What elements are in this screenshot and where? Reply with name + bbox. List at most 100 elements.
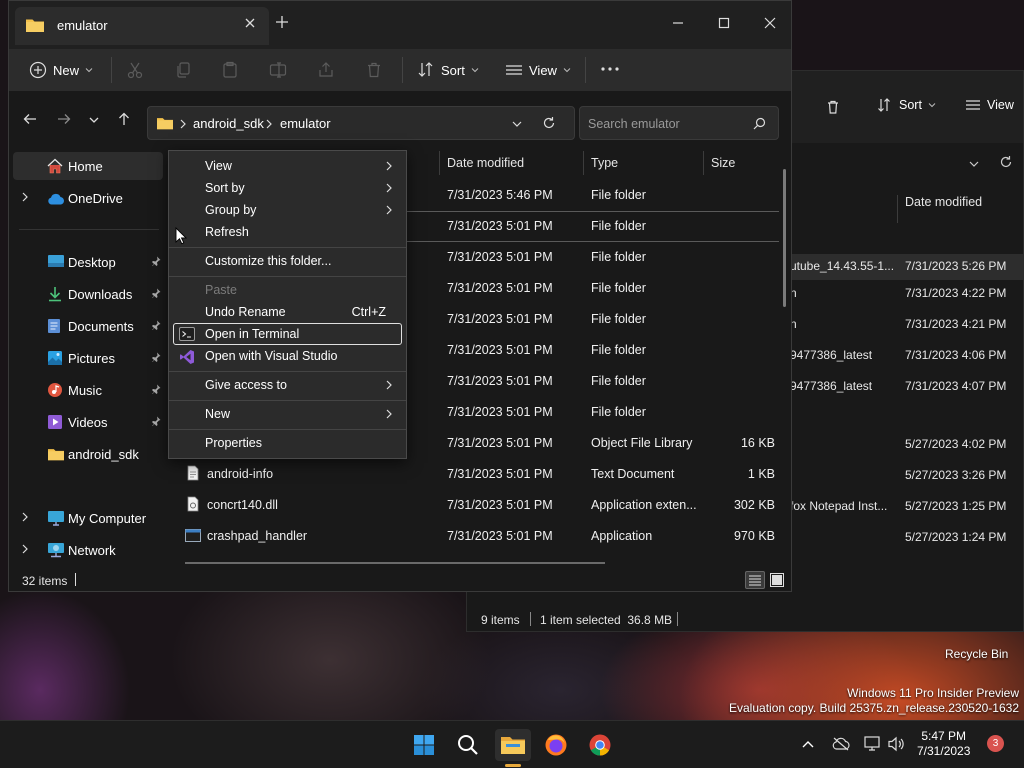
plus-icon[interactable] — [275, 15, 289, 29]
mouse-pointer-icon — [175, 227, 187, 245]
menu-item-view[interactable]: View — [173, 155, 402, 177]
status-bar: 32 items — [9, 567, 791, 593]
details-view-button[interactable] — [745, 571, 765, 589]
title-bar[interactable]: emulator — [9, 1, 791, 49]
cloud-offline-icon[interactable] — [832, 736, 850, 752]
search-input[interactable] — [588, 115, 748, 133]
sort-button[interactable]: Sort — [417, 58, 479, 82]
copy-icon[interactable] — [174, 61, 192, 79]
menu-item-paste[interactable]: Paste — [173, 279, 402, 301]
menu-item-customize-folder[interactable]: Customize this folder... — [173, 250, 402, 272]
menu-item-refresh[interactable]: Refresh — [173, 221, 402, 243]
tiles-view-button[interactable] — [769, 572, 785, 588]
sidebar-item-music[interactable]: Music — [13, 376, 163, 404]
notification-badge[interactable]: 3 — [987, 735, 1004, 752]
sidebar-item-onedrive[interactable]: OneDrive — [13, 184, 163, 212]
sidebar-item-pictures[interactable]: Pictures — [13, 344, 163, 372]
address-history-chevron-icon[interactable] — [512, 119, 522, 129]
start-button[interactable] — [406, 729, 442, 761]
network-status-icon[interactable] — [864, 736, 882, 752]
chevron-down-icon — [563, 66, 571, 74]
sidebar-item-videos[interactable]: Videos — [13, 408, 163, 436]
sidebar-item-downloads[interactable]: Downloads — [13, 280, 163, 308]
pin-icon[interactable] — [151, 416, 161, 426]
menu-item-open-visual-studio[interactable]: Open with Visual Studio — [173, 345, 402, 367]
column-header-type[interactable]: Type — [591, 156, 618, 170]
menu-item-properties[interactable]: Properties — [173, 432, 402, 454]
search-button[interactable] — [450, 729, 486, 761]
menu-item-new[interactable]: New — [173, 403, 402, 425]
volume-icon[interactable] — [888, 736, 906, 752]
minimize-button[interactable] — [655, 7, 701, 39]
chrome-taskbar-button[interactable] — [582, 729, 618, 761]
chevron-up-icon[interactable] — [802, 739, 814, 749]
menu-item-give-access[interactable]: Give access to — [173, 374, 402, 396]
close-icon[interactable] — [243, 16, 257, 30]
sidebar-item-network[interactable]: Network — [13, 536, 163, 564]
menu-separator — [169, 276, 406, 277]
vertical-scrollbar[interactable] — [783, 169, 786, 307]
new-button[interactable]: New — [29, 58, 93, 82]
maximize-button[interactable] — [701, 7, 747, 39]
refresh-icon[interactable] — [999, 155, 1013, 169]
chevron-right-icon[interactable] — [21, 512, 29, 522]
menu-item-open-in-terminal[interactable]: Open in Terminal — [173, 323, 402, 345]
background-sort-button[interactable]: Sort — [877, 97, 936, 113]
recycle-bin-label[interactable]: Recycle Bin — [945, 647, 1008, 661]
column-header-size[interactable]: Size — [711, 156, 735, 170]
refresh-icon[interactable] — [542, 116, 556, 130]
pin-icon[interactable] — [151, 256, 161, 266]
breadcrumb-android-sdk[interactable]: android_sdk — [193, 116, 264, 131]
sidebar-item-desktop[interactable]: Desktop — [13, 248, 163, 276]
chevron-right-icon[interactable] — [21, 192, 29, 202]
menu-separator — [169, 371, 406, 372]
breadcrumb-chevron-icon[interactable] — [265, 119, 273, 129]
pin-icon[interactable] — [151, 352, 161, 362]
back-arrow-icon[interactable] — [23, 112, 37, 126]
firefox-taskbar-button[interactable] — [538, 729, 574, 761]
recent-locations-chevron-icon[interactable] — [89, 115, 99, 125]
breadcrumb-emulator[interactable]: emulator — [280, 116, 331, 131]
close-window-button[interactable] — [747, 7, 793, 39]
chevron-right-icon[interactable] — [21, 544, 29, 554]
pin-icon[interactable] — [151, 320, 161, 330]
address-bar[interactable]: android_sdk emulator — [147, 106, 575, 140]
menu-item-undo-rename[interactable]: Undo Rename Ctrl+Z — [173, 301, 402, 323]
cut-icon[interactable] — [126, 61, 144, 79]
rename-icon[interactable] — [269, 61, 287, 79]
clock-time: 5:47 PM — [921, 729, 967, 743]
search-icon[interactable] — [753, 117, 766, 130]
delete-icon[interactable] — [365, 61, 383, 79]
delete-icon[interactable] — [825, 99, 841, 115]
sidebar-item-android-sdk[interactable]: android_sdk — [13, 440, 163, 468]
system-clock[interactable]: 5:47 PM 7/31/2023 — [917, 729, 970, 759]
column-header-date-modified[interactable]: Date modified — [447, 156, 524, 170]
more-options-icon[interactable] — [601, 66, 619, 72]
forward-arrow-icon[interactable] — [57, 112, 71, 126]
tab-emulator[interactable]: emulator — [15, 7, 269, 45]
table-row[interactable]: crashpad_handler 7/31/2023 5:01 PM Appli… — [169, 521, 779, 552]
chevron-down-icon[interactable] — [969, 159, 979, 169]
search-box[interactable] — [579, 106, 779, 140]
column-separator — [703, 151, 704, 175]
sort-icon — [877, 97, 893, 113]
sidebar-item-documents[interactable]: Documents — [13, 312, 163, 340]
up-arrow-icon[interactable] — [117, 112, 131, 126]
menu-item-group-by[interactable]: Group by — [173, 199, 402, 221]
share-icon[interactable] — [317, 61, 335, 79]
background-view-button[interactable]: View — [965, 97, 1014, 113]
horizontal-scrollbar[interactable] — [185, 562, 605, 564]
breadcrumb-chevron-icon[interactable] — [179, 119, 187, 129]
pin-icon[interactable] — [151, 288, 161, 298]
sidebar-item-home[interactable]: Home — [13, 152, 163, 180]
paste-icon[interactable] — [221, 61, 239, 79]
table-row[interactable]: android-info 7/31/2023 5:01 PM Text Docu… — [169, 459, 779, 490]
background-date-header[interactable]: Date modified — [905, 195, 982, 209]
view-button[interactable]: View — [505, 58, 571, 82]
sidebar-item-my-computer[interactable]: My Computer — [13, 504, 163, 532]
pin-icon[interactable] — [151, 384, 161, 394]
status-separator — [677, 612, 678, 626]
file-explorer-taskbar-button[interactable] — [495, 729, 531, 761]
menu-item-sort-by[interactable]: Sort by — [173, 177, 402, 199]
table-row[interactable]: concrt140.dll 7/31/2023 5:01 PM Applicat… — [169, 490, 779, 521]
